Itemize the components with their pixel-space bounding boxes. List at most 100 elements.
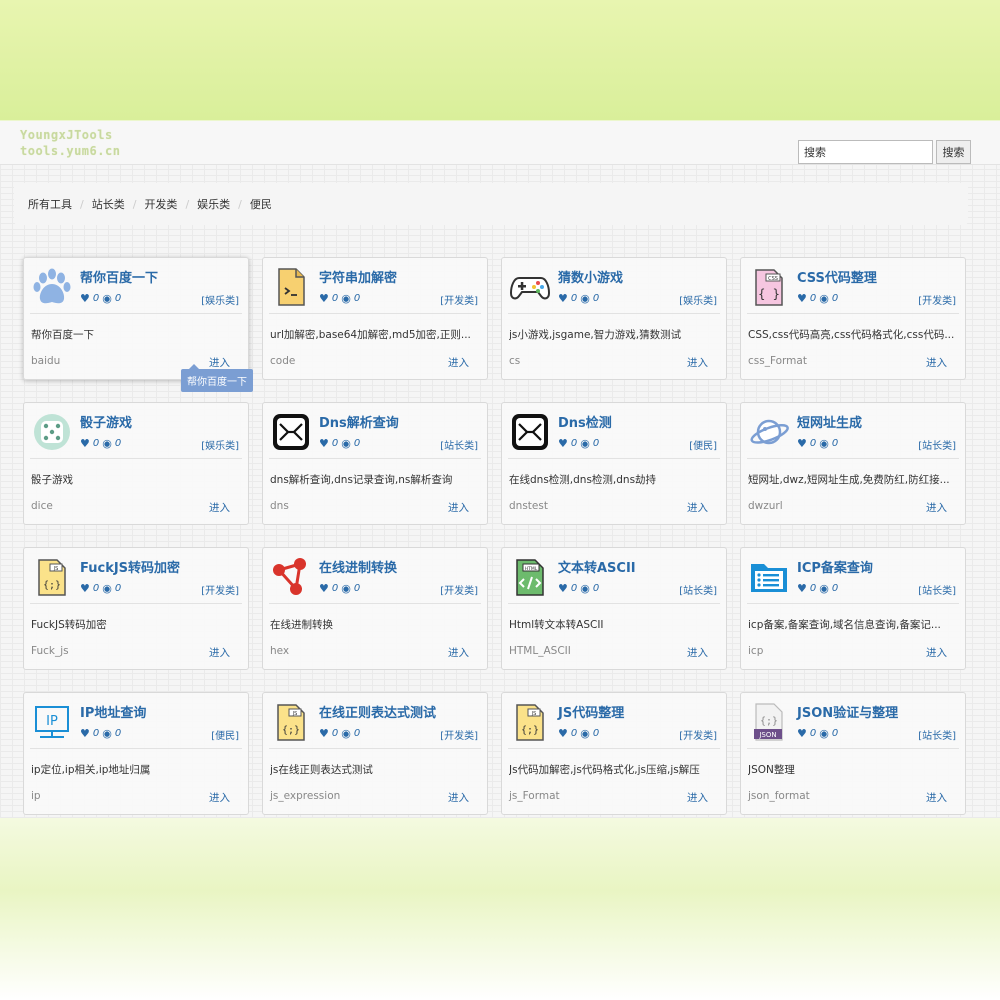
tool-title[interactable]: 帮你百度一下: [80, 267, 158, 286]
tool-title[interactable]: 文本转ASCII: [558, 557, 636, 576]
tool-card-Fuck_js[interactable]: JS {;} FuckJS转码加密 ♥ 0 ◉ 0 [开发类] FuckJS转码加密 Fuck_j…: [23, 547, 249, 670]
tool-category[interactable]: [站长类]: [918, 582, 956, 597]
tool-card-css_Format[interactable]: CSS{ } CSS代码整理 ♥ 0 ◉ 0 [开发类] CSS,css代码高亮,css代码格…: [740, 257, 966, 380]
tool-title[interactable]: Dns检测: [558, 412, 612, 431]
tool-card-js_Format[interactable]: JS {;} JS代码整理 ♥ 0 ◉ 0 [开发类] Js代码加解密,js代码格式化,js压缩…: [501, 692, 727, 815]
tool-category[interactable]: [娱乐类]: [201, 437, 239, 452]
enter-link[interactable]: 进入: [926, 500, 947, 515]
tool-category[interactable]: [便民]: [689, 437, 717, 452]
like-count: 0: [331, 293, 339, 304]
enter-link[interactable]: 进入: [926, 355, 947, 370]
tool-stats: ♥ 0 ◉ 0: [319, 727, 360, 740]
tool-title[interactable]: 短网址生成: [797, 412, 862, 431]
enter-link[interactable]: 进入: [687, 500, 708, 515]
logo-line-2: tools.yum6.cn: [20, 144, 121, 158]
tool-card-code[interactable]: 字符串加解密 ♥ 0 ◉ 0 [开发类] url加解密,base64加解密,md5加密,正则…: [262, 257, 488, 380]
card-divider: [269, 313, 481, 314]
view-count: 0: [114, 583, 122, 594]
tool-category[interactable]: [站长类]: [440, 437, 478, 452]
tool-title[interactable]: ICP备案查询: [797, 557, 873, 576]
enter-link[interactable]: 进入: [448, 500, 469, 515]
tool-stats: ♥ 0 ◉ 0: [797, 582, 838, 595]
tool-title[interactable]: 骰子游戏: [80, 412, 132, 431]
tool-category[interactable]: [开发类]: [440, 727, 478, 742]
site-logo[interactable]: YoungxJTools tools.yum6.cn: [20, 127, 120, 159]
view-count: 0: [114, 438, 122, 449]
enter-link[interactable]: 进入: [209, 790, 230, 805]
tool-title[interactable]: FuckJS转码加密: [80, 557, 180, 576]
enter-link[interactable]: 进入: [926, 645, 947, 660]
tool-category[interactable]: [开发类]: [440, 582, 478, 597]
eye-icon: ◉: [580, 292, 590, 305]
view-count: 0: [353, 728, 361, 739]
tool-title[interactable]: IP地址查询: [80, 702, 146, 721]
tool-category[interactable]: [娱乐类]: [679, 292, 717, 307]
tool-grid: 帮你百度一下 ♥ 0 ◉ 0 [娱乐类] 帮你百度一下 baidu 进入 字符串加解密 ♥ 0 ◉ 0 [开…: [23, 257, 966, 815]
enter-link[interactable]: 进入: [687, 645, 708, 660]
tool-card-dnstest[interactable]: Dns检测 ♥ 0 ◉ 0 [便民] 在线dns检测,dns检测,dns劫持 dnstest 进…: [501, 402, 727, 525]
tool-title[interactable]: Dns解析查询: [319, 412, 399, 431]
tool-category[interactable]: [站长类]: [918, 727, 956, 742]
heart-icon: ♥: [558, 582, 568, 595]
breadcrumb-convenience[interactable]: 便民: [250, 196, 272, 212]
like-count: 0: [809, 583, 817, 594]
enter-link[interactable]: 进入: [687, 355, 708, 370]
tool-category[interactable]: [开发类]: [440, 292, 478, 307]
view-count: 0: [592, 293, 600, 304]
like-count: 0: [570, 583, 578, 594]
tool-card-dwzurl[interactable]: 短网址生成 ♥ 0 ◉ 0 [站长类] 短网址,dwz,短网址生成,免费防红,防红接... d…: [740, 402, 966, 525]
tool-title[interactable]: 字符串加解密: [319, 267, 397, 286]
breadcrumb-entertainment[interactable]: 娱乐类: [197, 196, 230, 212]
tool-card-js_expression[interactable]: JS {;} 在线正则表达式测试 ♥ 0 ◉ 0 [开发类] js在线正则表达式测试 js_exp…: [262, 692, 488, 815]
tool-title[interactable]: 猜数小游戏: [558, 267, 623, 286]
tool-title[interactable]: 在线正则表达式测试: [319, 702, 436, 721]
enter-link[interactable]: 进入: [448, 645, 469, 660]
tool-category[interactable]: [开发类]: [679, 727, 717, 742]
tool-slug: js_Format: [509, 790, 560, 802]
tool-slug: code: [270, 355, 296, 367]
search-input[interactable]: [798, 140, 933, 164]
tool-category[interactable]: [开发类]: [918, 292, 956, 307]
search-button[interactable]: 搜索: [936, 140, 971, 164]
heart-icon: ♥: [319, 727, 329, 740]
eye-icon: ◉: [102, 437, 112, 450]
view-count: 0: [831, 438, 839, 449]
heart-icon: ♥: [80, 727, 90, 740]
background-fade: [0, 818, 1000, 1000]
enter-link[interactable]: 进入: [687, 790, 708, 805]
tool-category[interactable]: [站长类]: [679, 582, 717, 597]
tool-category[interactable]: [娱乐类]: [201, 292, 239, 307]
tool-card-dns[interactable]: Dns解析查询 ♥ 0 ◉ 0 [站长类] dns解析查询,dns记录查询,ns解析查询 dn…: [262, 402, 488, 525]
enter-link[interactable]: 进入: [926, 790, 947, 805]
breadcrumb-development[interactable]: 开发类: [144, 196, 177, 212]
enter-link[interactable]: 进入: [209, 500, 230, 515]
tool-card-hex[interactable]: 在线进制转换 ♥ 0 ◉ 0 [开发类] 在线进制转换 hex 进入: [262, 547, 488, 670]
tool-card-icp[interactable]: ICP备案查询 ♥ 0 ◉ 0 [站长类] icp备案,备案查询,域名信息查询,备案记...…: [740, 547, 966, 670]
tool-category[interactable]: [便民]: [211, 727, 239, 742]
tool-category[interactable]: [站长类]: [918, 437, 956, 452]
enter-link[interactable]: 进入: [209, 645, 230, 660]
tool-card-ip[interactable]: IP IP地址查询 ♥ 0 ◉ 0 [便民] ip定位,ip相关,ip地址归属 ip 进入: [23, 692, 249, 815]
card-divider: [269, 458, 481, 459]
tool-card-baidu[interactable]: 帮你百度一下 ♥ 0 ◉ 0 [娱乐类] 帮你百度一下 baidu 进入: [23, 257, 249, 380]
tool-title[interactable]: JS代码整理: [558, 702, 624, 721]
breadcrumb-webmaster[interactable]: 站长类: [92, 196, 125, 212]
tool-slug: icp: [748, 645, 764, 657]
tool-title[interactable]: 在线进制转换: [319, 557, 397, 576]
tool-title[interactable]: CSS代码整理: [797, 267, 877, 286]
enter-link[interactable]: 进入: [209, 355, 230, 370]
tool-category[interactable]: [开发类]: [201, 582, 239, 597]
tool-slug: HTML_ASCII: [509, 645, 571, 657]
tool-title[interactable]: JSON验证与整理: [797, 702, 898, 721]
tool-card-HTML_ASCII[interactable]: HTML 文本转ASCII ♥ 0 ◉ 0 [站长类] Html转文本转ASCII HTML_A…: [501, 547, 727, 670]
tool-card-json_format[interactable]: {;} JSON JSON验证与整理 ♥ 0 ◉ 0 [站长类] JSON整理 json_form…: [740, 692, 966, 815]
card-divider: [747, 313, 959, 314]
enter-link[interactable]: 进入: [448, 355, 469, 370]
eye-icon: ◉: [102, 292, 112, 305]
enter-link[interactable]: 进入: [448, 790, 469, 805]
tool-card-dice[interactable]: 骰子游戏 ♥ 0 ◉ 0 [娱乐类] 骰子游戏 dice 进入: [23, 402, 249, 525]
js-file-icon: JS {;}: [270, 701, 312, 743]
tool-card-cs[interactable]: 猜数小游戏 ♥ 0 ◉ 0 [娱乐类] js小游戏,jsgame,智力游戏,猜数测试 cs 进入: [501, 257, 727, 380]
eye-icon: ◉: [819, 582, 829, 595]
breadcrumb-all-tools[interactable]: 所有工具: [28, 196, 72, 212]
